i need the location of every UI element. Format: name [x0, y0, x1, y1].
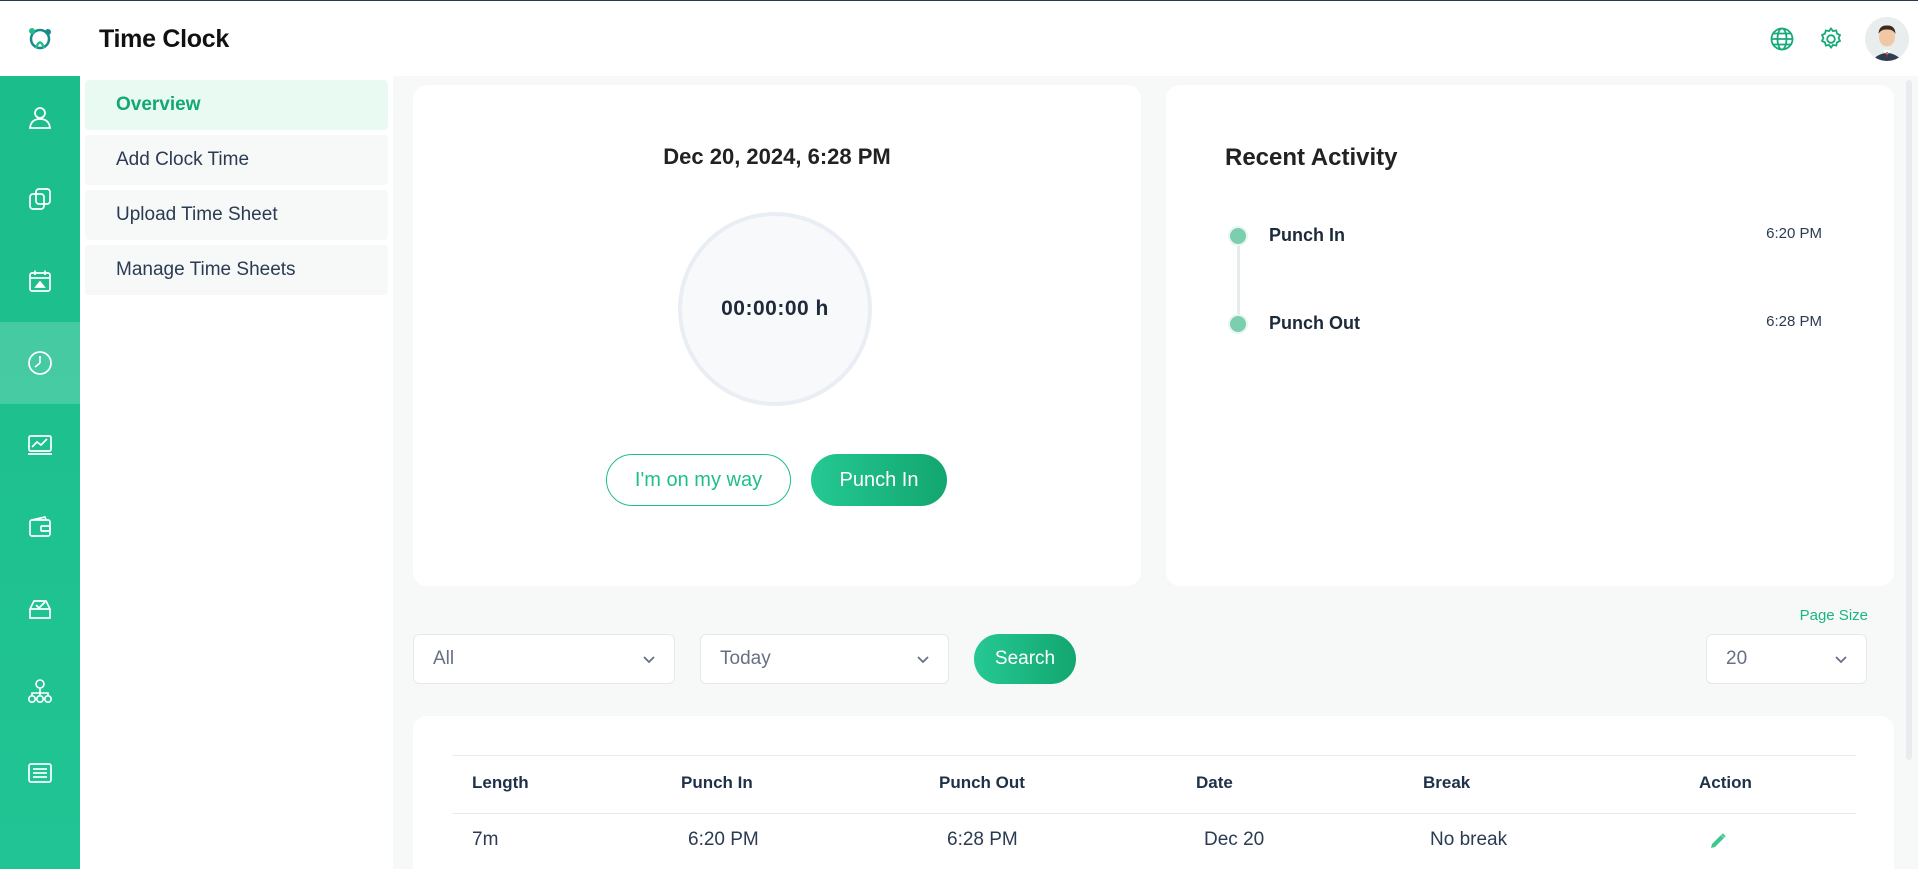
- time-clock-subnav: Overview Add Clock Time Upload Time Shee…: [80, 76, 393, 869]
- column-header-punch-out[interactable]: Punch Out: [939, 773, 1025, 793]
- timeline-dot: [1228, 226, 1248, 246]
- chevron-down-icon: [917, 656, 929, 664]
- page-size-select[interactable]: 20: [1706, 634, 1867, 684]
- cell-length: 7m: [472, 829, 499, 850]
- main-nav-rail: [0, 76, 80, 869]
- date-range-value: Today: [720, 648, 771, 669]
- nav-lists[interactable]: [0, 732, 80, 814]
- timeline-line: [1237, 237, 1240, 325]
- subnav-overview[interactable]: Overview: [85, 80, 388, 130]
- page-size-label: Page Size: [1799, 607, 1868, 624]
- subnav-upload-time-sheet[interactable]: Upload Time Sheet: [85, 190, 388, 240]
- topbar-actions: [1767, 1, 1918, 77]
- cell-punch-in: 6:20 PM: [688, 829, 759, 850]
- clock-card: Dec 20, 2024, 6:28 PM 00:00:00 h I'm on …: [413, 85, 1141, 586]
- nav-reports[interactable]: [0, 404, 80, 486]
- chevron-down-icon: [1835, 656, 1847, 664]
- user-avatar-icon: [1865, 17, 1909, 61]
- cell-punch-out: 6:28 PM: [947, 829, 1018, 850]
- column-header-punch-in[interactable]: Punch In: [681, 773, 753, 793]
- activity-event-time: 6:28 PM: [1766, 313, 1822, 330]
- search-button[interactable]: Search: [974, 634, 1076, 684]
- gear-icon: [1820, 27, 1842, 49]
- page-title: Time Clock: [99, 25, 229, 53]
- timeline-dot: [1228, 314, 1248, 334]
- globe-icon: [1770, 27, 1794, 51]
- edit-pencil-icon[interactable]: [1708, 831, 1728, 851]
- type-filter-select[interactable]: All: [413, 634, 675, 684]
- nav-calendar[interactable]: [0, 240, 80, 322]
- activity-event-label: Punch In: [1269, 225, 1345, 245]
- activity-event-label: Punch Out: [1269, 313, 1360, 333]
- time-entries-table: Length Punch In Punch Out Date Break Act…: [413, 716, 1894, 869]
- chevron-down-icon: [643, 656, 655, 664]
- subnav-manage-time-sheets[interactable]: Manage Time Sheets: [85, 245, 388, 295]
- wallet-icon: [29, 515, 51, 537]
- recent-activity-card: Recent Activity Punch In 6:20 PM Punch O…: [1166, 85, 1894, 586]
- user-icon: [29, 107, 51, 129]
- cell-date: Dec 20: [1204, 829, 1265, 850]
- current-datetime: Dec 20, 2024, 6:28 PM: [663, 144, 891, 169]
- chart-icon: [28, 435, 52, 455]
- nav-payroll[interactable]: [0, 486, 80, 568]
- timer-ring: 00:00:00 h: [678, 212, 872, 406]
- date-range-select[interactable]: Today: [700, 634, 949, 684]
- elapsed-timer: 00:00:00 h: [721, 297, 829, 320]
- activity-event-time: 6:20 PM: [1766, 225, 1822, 242]
- nav-organization[interactable]: [0, 650, 80, 732]
- app-logo[interactable]: [0, 1, 80, 77]
- top-bar: Time Clock: [0, 0, 1918, 76]
- punch-in-button[interactable]: Punch In: [811, 454, 947, 506]
- recent-activity-title: Recent Activity: [1225, 144, 1398, 171]
- logo-icon: [29, 28, 51, 50]
- copy-icon: [29, 188, 51, 210]
- nav-documents[interactable]: [0, 158, 80, 240]
- calendar-icon: [29, 270, 51, 292]
- on-my-way-button[interactable]: I'm on my way: [606, 454, 791, 506]
- nav-approvals[interactable]: [0, 568, 80, 650]
- nav-profile[interactable]: [0, 76, 80, 158]
- inbox-check-icon: [29, 600, 51, 619]
- column-header-break[interactable]: Break: [1423, 773, 1470, 793]
- subnav-add-clock-time[interactable]: Add Clock Time: [85, 135, 388, 185]
- page-size-value: 20: [1726, 648, 1748, 669]
- language-button[interactable]: [1767, 24, 1797, 54]
- column-header-action: Action: [1699, 773, 1752, 792]
- nav-time-clock[interactable]: [0, 322, 80, 404]
- settings-button[interactable]: [1816, 24, 1846, 54]
- column-header-date[interactable]: Date: [1196, 773, 1233, 793]
- avatar[interactable]: [1865, 17, 1909, 61]
- table-divider: [452, 813, 1856, 814]
- page-scrollbar[interactable]: [1906, 80, 1912, 760]
- cell-break: No break: [1430, 829, 1508, 850]
- org-chart-icon: [27, 679, 52, 703]
- clock-icon: [28, 351, 52, 375]
- list-icon: [28, 763, 52, 783]
- column-header-length[interactable]: Length: [472, 773, 529, 793]
- type-filter-value: All: [433, 648, 455, 669]
- table-divider: [452, 755, 1856, 756]
